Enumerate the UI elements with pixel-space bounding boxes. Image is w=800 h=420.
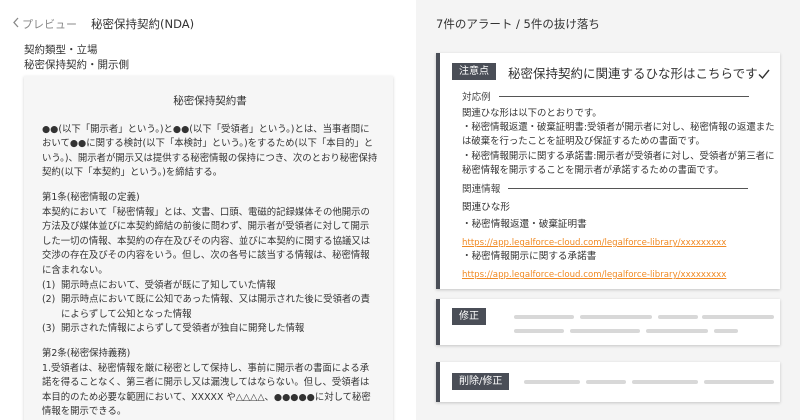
placeholder-line	[586, 380, 626, 384]
contract-meta: 契約類型・立場 秘密保持契約・開示側	[24, 43, 129, 73]
document-title: 秘密保持契約書	[173, 95, 247, 107]
placeholder-line	[632, 380, 698, 384]
divider	[508, 187, 749, 189]
article1-heading: 第1条(秘密情報の定義)	[42, 191, 140, 203]
divider	[498, 95, 749, 97]
item-number: (2)	[42, 294, 56, 306]
alert-card-delete-fix[interactable]: 削除/修正	[436, 362, 780, 402]
alert-title: 秘密保持契約に関連するひな形はこちらです	[508, 66, 758, 81]
template-link[interactable]: https://app.legalforce-cloud.com/legalfo…	[462, 270, 726, 280]
contract-type-value: 秘密保持契約・開示側	[24, 59, 129, 71]
example-label-text: 対応例	[462, 92, 491, 103]
related-label-text: 関連情報	[462, 184, 501, 195]
item-number: (3)	[42, 323, 56, 335]
placeholder-line	[714, 329, 738, 333]
page-title: 秘密保持契約(NDA)	[91, 17, 195, 31]
alerts-summary: 7件のアラート / 5件の抜け落ち	[436, 17, 600, 31]
related-section-label: 関連情報	[462, 181, 749, 195]
template-title: ・秘密情報開示に関する承諾書	[462, 251, 597, 262]
article1-item: (1) 開示時点において、受領者が既に了知していた情報	[42, 279, 378, 294]
placeholder-line	[524, 380, 580, 384]
alert-type-badge: 削除/修正	[452, 373, 510, 390]
alert-card-fix[interactable]: 修正	[436, 299, 780, 345]
example-text: 関連ひな形は以下のとおりです。 ・秘密情報返還・破棄証明書:受領者が開示者に対し…	[462, 108, 775, 176]
template-link[interactable]: https://app.legalforce-cloud.com/legalfo…	[462, 238, 726, 248]
breadcrumb: プレビュー 秘密保持契約(NDA)	[12, 16, 194, 32]
alert-type-badge: 注意点	[452, 63, 496, 80]
document-paper: 秘密保持契約書 ●●(以下「開示者」という。)と●●(以下「受領者」という。)と…	[24, 76, 393, 420]
placeholder-line	[702, 315, 774, 319]
back-to-preview-link[interactable]: プレビュー	[12, 16, 77, 32]
item-number: (1)	[42, 279, 56, 291]
placeholder-line	[570, 329, 640, 333]
placeholder-line	[646, 329, 708, 333]
placeholder-line	[514, 315, 574, 319]
chevron-left-icon	[12, 17, 20, 32]
alerts-pane: 7件のアラート / 5件の抜け落ち 注意点 秘密保持契約に関連するひな形はこちら…	[416, 0, 800, 420]
example-section-label: 対応例	[462, 89, 749, 103]
template-title: ・秘密情報返還・破棄証明書	[462, 219, 587, 230]
article1-body: 本契約において「秘密情報」とは、文書、口頭、電磁的記録媒体その他開示の方法及び媒…	[42, 206, 371, 276]
article2-heading: 第2条(秘密保持義務)	[42, 347, 131, 359]
article2-body: 1.受領者は、秘密情報を厳に秘密として保持し、事前に開示者の書面による承諾を得る…	[42, 362, 371, 418]
alert-type-badge: 修正	[452, 308, 486, 325]
placeholder-line	[704, 380, 774, 384]
placeholder-line	[514, 329, 564, 333]
placeholder-line	[580, 315, 652, 319]
alert-card-caution[interactable]: 注意点 秘密保持契約に関連するひな形はこちらです 対応例 関連ひな形は以下のとお…	[436, 53, 780, 289]
related-templates-label: 関連ひな形	[462, 202, 510, 213]
placeholder-line	[658, 315, 698, 319]
contract-type-label: 契約類型・立場	[24, 44, 98, 56]
article1-item: (2) 開示時点において既に公知であった情報、又は開示された後に受領者の責によら…	[42, 293, 378, 322]
item-text: 開示時点において、受領者が既に了知していた情報	[61, 279, 276, 291]
document-preamble: ●●(以下「開示者」という。)と●●(以下「受領者」という。)とは、当事者間にお…	[42, 123, 378, 179]
article1-item: (3) 開示された情報によらずして受領者が独自に開発した情報	[42, 322, 378, 337]
check-icon[interactable]	[758, 65, 770, 80]
item-text: 開示時点において既に公知であった情報、又は開示された後に受領者の責によらずして公…	[61, 294, 371, 320]
back-label: プレビュー	[22, 18, 77, 31]
item-text: 開示された情報によらずして受領者が独自に開発した情報	[61, 323, 305, 335]
document-pane: プレビュー 秘密保持契約(NDA) 契約類型・立場 秘密保持契約・開示側 秘密保…	[0, 0, 416, 420]
